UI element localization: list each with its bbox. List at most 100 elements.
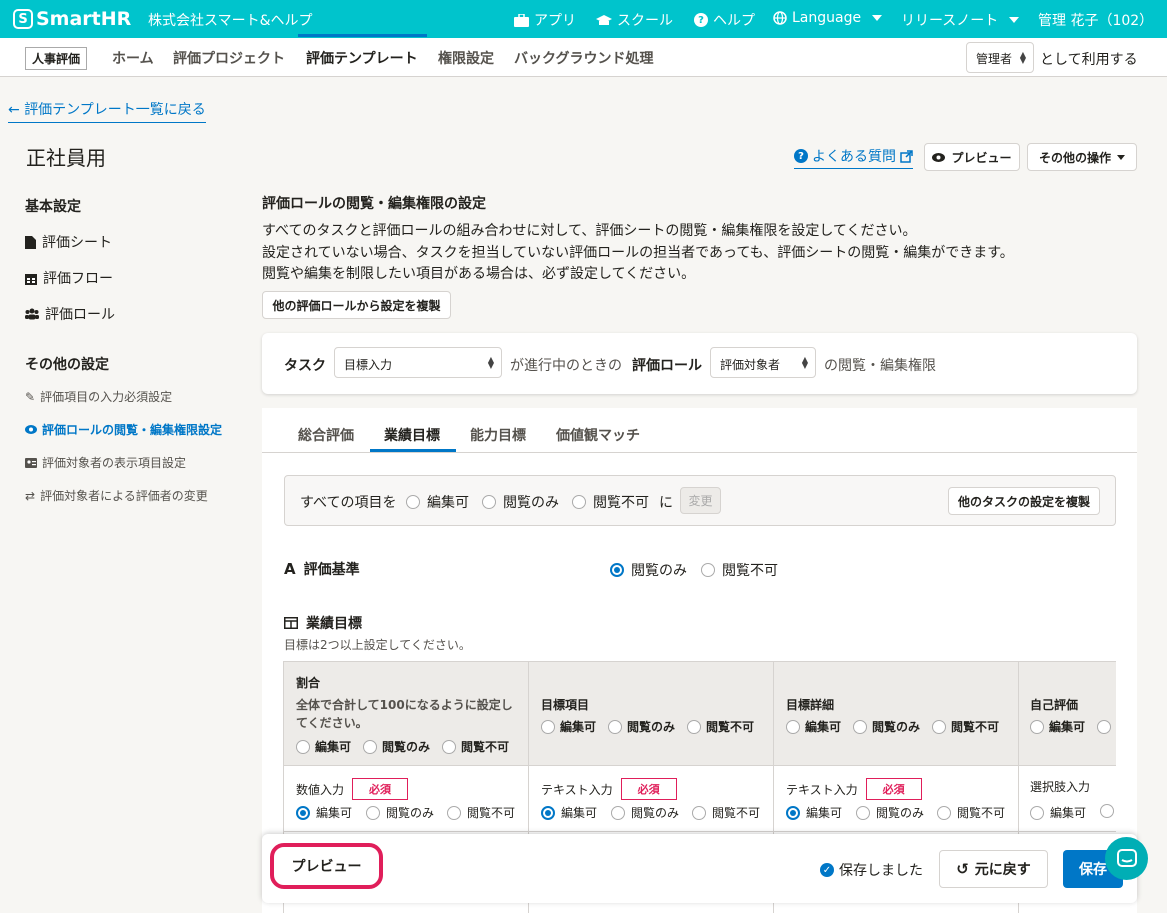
faq-link[interactable]: ? よくある質問 <box>794 146 913 169</box>
bulk-option-hidden[interactable]: 閲覧不可 <box>572 492 649 512</box>
radio-button[interactable] <box>406 495 420 509</box>
radio-button[interactable] <box>366 805 380 820</box>
chat-support-button[interactable] <box>1105 837 1148 880</box>
tab-home[interactable]: ホーム <box>112 48 154 68</box>
nav-apps[interactable]: アプリ <box>514 10 576 30</box>
radio-button-selected[interactable] <box>541 805 555 820</box>
radio-button[interactable] <box>687 719 701 734</box>
sidebar-item-display-fields[interactable]: 評価対象者の表示項目設定 <box>25 454 186 471</box>
radio-button[interactable] <box>608 719 622 734</box>
graduation-cap-icon <box>596 14 612 25</box>
user-menu[interactable]: 管理 花子（102） <box>1038 10 1153 30</box>
radio-button[interactable] <box>541 719 555 734</box>
goal-detail-hidden[interactable]: 閲覧不可 <box>932 718 999 735</box>
nav-language[interactable]: Language <box>773 10 883 26</box>
copy-from-role-button[interactable]: 他の評価ロールから設定を複製 <box>262 291 451 319</box>
bulk-change-button[interactable]: 変更 <box>680 487 721 514</box>
sidebar-item-role-permissions[interactable]: 評価ロールの閲覧・編集権限設定 <box>25 421 222 438</box>
goal-item-hidden[interactable]: 閲覧不可 <box>687 718 754 735</box>
self-eval-row-view-only[interactable] <box>1100 804 1114 818</box>
undo-button[interactable]: ↺ 元に戻す <box>939 850 1048 888</box>
sidebar-item-evaluator-change[interactable]: ⇄ 評価対象者による評価者の変更 <box>25 487 208 504</box>
radio-button[interactable] <box>442 739 456 754</box>
sidebar-heading-basic: 基本設定 <box>25 199 81 215</box>
smarthr-logo[interactable]: S SmartHR <box>13 8 131 30</box>
goal-item-row-view-only[interactable]: 閲覧のみ <box>611 804 679 821</box>
ratio-hidden[interactable]: 閲覧不可 <box>442 738 509 755</box>
ratio-editable[interactable]: 編集可 <box>296 738 351 755</box>
radio-button[interactable] <box>482 495 496 509</box>
chevron-down-icon <box>1009 17 1020 23</box>
ratio-view-only[interactable]: 閲覧のみ <box>363 738 430 755</box>
tab-overall[interactable]: 総合評価 <box>298 425 354 445</box>
role-select[interactable]: 管理者 ▲ ▼ <box>966 42 1034 73</box>
save-status: ✓ 保存しました <box>820 860 923 880</box>
goal-detail-view-only[interactable]: 閲覧のみ <box>853 718 920 735</box>
criteria-option-hidden[interactable]: 閲覧不可 <box>701 560 778 580</box>
radio-button[interactable] <box>692 805 706 820</box>
preview-button[interactable]: プレビュー <box>270 843 383 889</box>
goal-detail-row-hidden[interactable]: 閲覧不可 <box>937 804 1005 821</box>
goal-item-row-editable[interactable]: 編集可 <box>541 804 597 821</box>
goal-item-view-only[interactable]: 閲覧のみ <box>608 718 675 735</box>
radio-button[interactable] <box>1097 719 1111 734</box>
radio-button[interactable] <box>856 805 870 820</box>
radio-button[interactable] <box>1100 804 1114 818</box>
sidebar-item-evaluation-roles[interactable]: 評価ロール <box>25 304 115 324</box>
tab-background-jobs[interactable]: バックグラウンド処理 <box>514 48 653 68</box>
radio-button-selected[interactable] <box>610 563 624 577</box>
radio-button[interactable] <box>363 739 377 754</box>
evaluation-role-select[interactable]: 評価対象者 ▲ ▼ <box>710 347 816 378</box>
radio-button[interactable] <box>932 719 946 734</box>
nav-school[interactable]: スクール <box>596 10 673 30</box>
criteria-title: A 評価基準 <box>284 560 360 578</box>
goal-item-editable[interactable]: 編集可 <box>541 718 596 735</box>
radio-button[interactable] <box>853 719 867 734</box>
radio-button[interactable] <box>701 563 715 577</box>
sidebar-item-evaluation-flow[interactable]: 評価フロー <box>25 268 113 288</box>
tab-evaluation-projects[interactable]: 評価プロジェクト <box>173 48 285 68</box>
globe-icon <box>773 11 787 25</box>
sidebar-item-required-settings[interactable]: ✎ 評価項目の入力必須設定 <box>25 388 172 405</box>
goal-item-row-hidden[interactable]: 閲覧不可 <box>692 804 760 821</box>
nav-release-notes[interactable]: リリースノート <box>901 10 1020 30</box>
radio-button[interactable] <box>611 805 625 820</box>
radio-button[interactable] <box>447 805 461 820</box>
self-eval-view-only[interactable]: 閲覧のみ <box>1097 718 1116 735</box>
goals-title: 業績目標 <box>284 613 362 633</box>
radio-button[interactable] <box>1030 805 1044 820</box>
radio-button[interactable] <box>572 495 586 509</box>
other-operations-button[interactable]: その他の操作 <box>1027 143 1137 171</box>
goal-detail-editable[interactable]: 編集可 <box>786 718 841 735</box>
nav-help[interactable]: ? ヘルプ <box>694 10 755 30</box>
ratio-row-editable[interactable]: 編集可 <box>296 804 352 821</box>
goal-detail-row-view-only[interactable]: 閲覧のみ <box>856 804 924 821</box>
radio-button[interactable] <box>937 805 951 820</box>
radio-button-selected[interactable] <box>296 805 310 820</box>
preview-button-header[interactable]: プレビュー <box>924 143 1020 171</box>
tab-permissions[interactable]: 権限設定 <box>438 48 494 68</box>
bulk-option-view-only[interactable]: 閲覧のみ <box>482 492 559 512</box>
select-arrows-icon: ▲ ▼ <box>1019 50 1026 65</box>
sidebar-item-evaluation-sheet[interactable]: 評価シート <box>25 232 112 252</box>
radio-button[interactable] <box>786 719 800 734</box>
criteria-option-view-only[interactable]: 閲覧のみ <box>610 560 687 580</box>
tab-evaluation-templates[interactable]: 評価テンプレート <box>306 48 418 68</box>
active-tab-indicator <box>370 449 456 452</box>
goal-detail-row-editable[interactable]: 編集可 <box>786 804 842 821</box>
radio-button[interactable] <box>1030 719 1044 734</box>
tab-skill-goals[interactable]: 能力目標 <box>470 425 526 445</box>
ratio-row-hidden[interactable]: 閲覧不可 <box>447 804 515 821</box>
back-link[interactable]: ← 評価テンプレート一覧に戻る <box>8 99 206 123</box>
radio-button-selected[interactable] <box>786 805 800 820</box>
tab-performance-goals[interactable]: 業績目標 <box>384 425 440 445</box>
ratio-row-view-only[interactable]: 閲覧のみ <box>366 804 434 821</box>
tab-values-match[interactable]: 価値観マッチ <box>556 425 640 445</box>
self-eval-row-editable[interactable]: 編集可 <box>1030 804 1086 821</box>
bulk-option-editable[interactable]: 編集可 <box>406 492 469 512</box>
required-badge: 必須 <box>620 778 677 800</box>
copy-from-task-button[interactable]: 他のタスクの設定を複製 <box>948 487 1100 515</box>
self-eval-editable[interactable]: 編集可 <box>1030 718 1085 735</box>
radio-button[interactable] <box>296 739 310 754</box>
task-select[interactable]: 目標入力 ▲ ▼ <box>334 347 502 378</box>
